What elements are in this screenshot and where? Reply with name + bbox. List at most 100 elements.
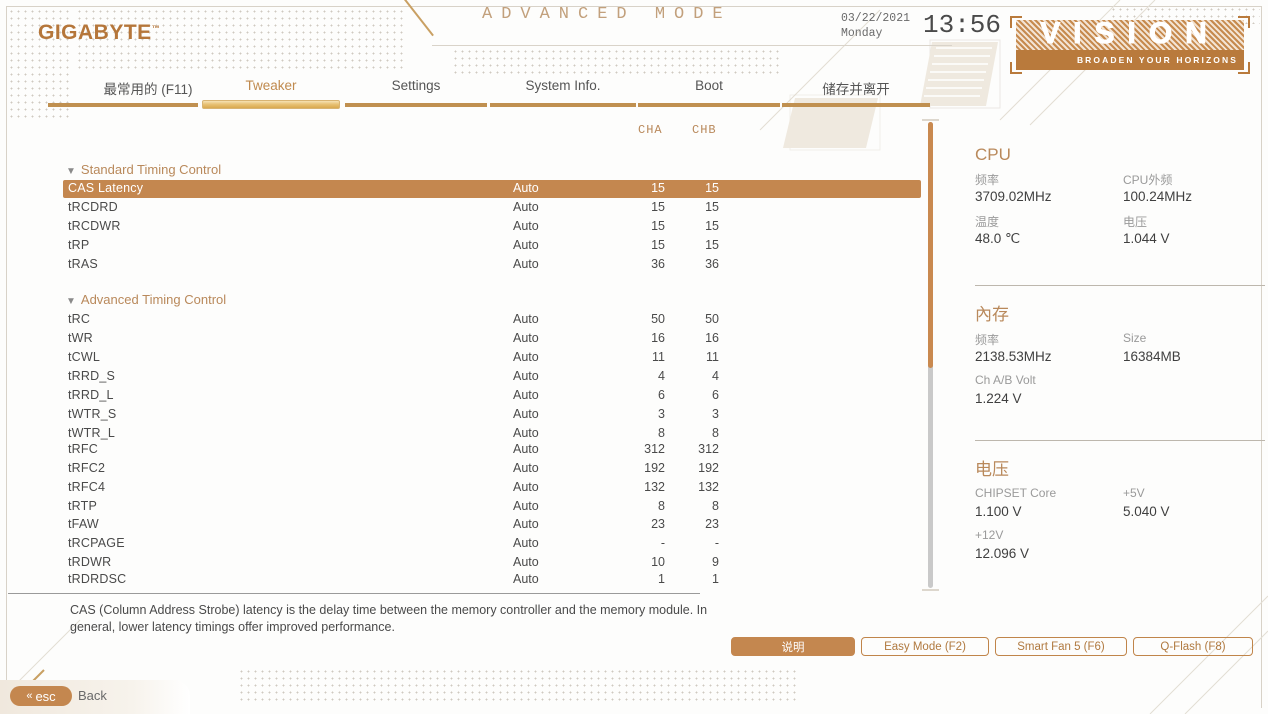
- tab-save-and-exit[interactable]: 储存并离开: [782, 78, 930, 102]
- info-value: 100.24MHz: [1123, 189, 1193, 204]
- tab-system-info[interactable]: System Info.: [490, 78, 636, 102]
- table-row[interactable]: tRCPAGE Auto - -: [63, 535, 921, 553]
- table-row[interactable]: tRRD_L Auto 6 6: [63, 387, 921, 405]
- row-label: tRCDRD: [68, 200, 118, 214]
- esc-button[interactable]: «esc: [10, 686, 72, 706]
- easy-mode-button[interactable]: Easy Mode (F2): [861, 637, 989, 656]
- info-key: Ch A/B Volt: [975, 373, 1036, 387]
- info-panel-divider-1: [975, 285, 1265, 286]
- row-chb-value: -: [714, 536, 719, 550]
- row-value[interactable]: Auto: [513, 331, 539, 345]
- row-cha-value: 50: [651, 312, 665, 326]
- tab-tweaker-underline: [202, 100, 340, 109]
- row-value[interactable]: Auto: [513, 499, 539, 513]
- header-diagonal-accent: [404, 0, 434, 37]
- row-value[interactable]: Auto: [513, 350, 539, 364]
- info-key: CHIPSET Core: [975, 486, 1057, 500]
- row-value[interactable]: Auto: [513, 369, 539, 383]
- section-header-advanced-timing[interactable]: ▼ Advanced Timing Control: [66, 292, 226, 307]
- row-value[interactable]: Auto: [513, 200, 539, 214]
- row-value[interactable]: Auto: [513, 426, 539, 440]
- row-chb-value: 312: [698, 442, 719, 456]
- table-row[interactable]: tRDWR Auto 10 9: [63, 554, 921, 572]
- info-value: 2138.53MHz: [975, 349, 1052, 364]
- row-value[interactable]: Auto: [513, 517, 539, 531]
- tab-boot[interactable]: Boot: [638, 78, 780, 102]
- info-row: +12V 12.096 V: [975, 528, 1265, 570]
- table-row[interactable]: tWR Auto 16 16: [63, 330, 921, 348]
- row-cha-value: 8: [658, 426, 665, 440]
- row-cha-value: 10: [651, 555, 665, 569]
- row-value[interactable]: Auto: [513, 572, 539, 586]
- info-key: 温度: [975, 215, 1000, 229]
- scrollbar-cap-bottom: [922, 589, 939, 591]
- row-label: tWR: [68, 331, 93, 345]
- info-key: CPU外频: [1123, 173, 1173, 187]
- row-cha-value: 1: [658, 572, 665, 586]
- table-row[interactable]: tRCDRD Auto 15 15: [63, 199, 921, 217]
- table-row[interactable]: tRFC Auto 312 312: [63, 441, 921, 459]
- table-row[interactable]: CAS Latency Auto 15 15: [63, 180, 921, 198]
- info-panel-memory-title: 內存: [975, 305, 1009, 324]
- info-panel-cpu: CPU 频率 3709.02MHz CPU外频 100.24MHz 温度 48.…: [975, 145, 1265, 255]
- row-value[interactable]: Auto: [513, 219, 539, 233]
- help-button[interactable]: 说明: [731, 637, 855, 656]
- row-value[interactable]: Auto: [513, 257, 539, 271]
- table-row[interactable]: tFAW Auto 23 23: [63, 516, 921, 534]
- bracket-top-right-icon: [1238, 16, 1250, 28]
- row-value[interactable]: Auto: [513, 461, 539, 475]
- table-row[interactable]: tRFC2 Auto 192 192: [63, 460, 921, 478]
- table-row[interactable]: tRFC4 Auto 132 132: [63, 479, 921, 497]
- row-value[interactable]: Auto: [513, 388, 539, 402]
- row-value[interactable]: Auto: [513, 442, 539, 456]
- row-cha-value: 8: [658, 499, 665, 513]
- info-value: 16384MB: [1123, 349, 1181, 364]
- date-value: 03/22/2021: [841, 12, 911, 25]
- row-chb-value: 132: [698, 480, 719, 494]
- row-label: tCWL: [68, 350, 101, 364]
- table-row[interactable]: tWTR_S Auto 3 3: [63, 406, 921, 424]
- row-value[interactable]: Auto: [513, 480, 539, 494]
- tab-tweaker[interactable]: Tweaker: [198, 78, 344, 102]
- row-cha-value: 6: [658, 388, 665, 402]
- system-date: 03/22/2021 Monday: [841, 11, 910, 41]
- info-row: 频率 3709.02MHz CPU外频 100.24MHz: [975, 171, 1265, 213]
- table-row[interactable]: tRRD_S Auto 4 4: [63, 368, 921, 386]
- section-header-standard-timing[interactable]: ▼ Standard Timing Control: [66, 162, 221, 177]
- system-clock: 13:56: [923, 10, 1002, 40]
- row-value[interactable]: Auto: [513, 312, 539, 326]
- row-value[interactable]: Auto: [513, 555, 539, 569]
- row-value[interactable]: Auto: [513, 536, 539, 550]
- tab-settings-underline: [345, 103, 487, 107]
- row-cha-value: 15: [651, 181, 665, 195]
- table-row[interactable]: tCWL Auto 11 11: [63, 349, 921, 367]
- row-value[interactable]: Auto: [513, 181, 539, 195]
- scrollbar-thumb[interactable]: [928, 122, 933, 368]
- row-value[interactable]: Auto: [513, 238, 539, 252]
- info-key: +12V: [975, 528, 1004, 542]
- column-header-chb: CHB: [692, 123, 717, 137]
- smart-fan-button[interactable]: Smart Fan 5 (F6): [995, 637, 1127, 656]
- bracket-bottom-left-icon: [1010, 62, 1022, 74]
- tab-system-info-underline: [490, 103, 636, 107]
- header-band: GIGABYTE™ ADVANCED MODE 03/22/2021 Monda…: [0, 0, 1268, 78]
- table-row[interactable]: tRC Auto 50 50: [63, 311, 921, 329]
- info-panel-divider-2: [975, 440, 1265, 441]
- row-cha-value: 15: [651, 200, 665, 214]
- table-row[interactable]: tRAS Auto 36 36: [63, 256, 921, 274]
- tab-settings[interactable]: Settings: [345, 78, 487, 102]
- row-value[interactable]: Auto: [513, 407, 539, 421]
- gigabyte-logo: GIGABYTE™: [38, 21, 160, 45]
- q-flash-button[interactable]: Q-Flash (F8): [1133, 637, 1253, 656]
- table-row[interactable]: tRP Auto 15 15: [63, 237, 921, 255]
- table-row[interactable]: tRCDWR Auto 15 15: [63, 218, 921, 236]
- info-value: 1.100 V: [975, 504, 1022, 519]
- table-row[interactable]: tRDRDSC Auto 1 1: [63, 571, 921, 589]
- row-label: tRDRDSC: [68, 572, 127, 586]
- info-value: 5.040 V: [1123, 504, 1170, 519]
- table-row[interactable]: tRTP Auto 8 8: [63, 498, 921, 516]
- row-chb-value: 6: [712, 388, 719, 402]
- row-label: tRCPAGE: [68, 536, 125, 550]
- row-cha-value: 11: [652, 350, 665, 364]
- row-cha-value: 3: [658, 407, 665, 421]
